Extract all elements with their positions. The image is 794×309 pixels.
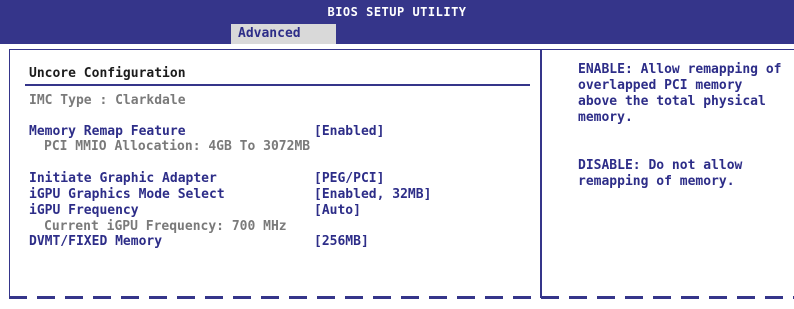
igpu-frequency-label[interactable]: iGPU Frequency [29, 203, 139, 218]
section-title-underline [25, 84, 530, 86]
igpu-graphics-mode-label[interactable]: iGPU Graphics Mode Select [29, 187, 225, 202]
section-title: Uncore Configuration [29, 66, 186, 81]
memory-remap-feature-label[interactable]: Memory Remap Feature [29, 124, 186, 139]
help-disable-text: DISABLE: Do not allow remapping of memor… [578, 158, 751, 189]
bottom-dashed-border [9, 296, 794, 299]
pci-mmio-allocation-info: PCI MMIO Allocation: 4GB To 3072MB [44, 139, 311, 154]
igpu-graphics-mode-value[interactable]: [Enabled, 32MB] [314, 187, 431, 202]
memory-remap-feature-value[interactable]: [Enabled] [314, 124, 384, 139]
panel-divider [540, 49, 542, 298]
tab-advanced[interactable]: Advanced [231, 24, 336, 44]
dvmt-fixed-memory-value[interactable]: [256MB] [314, 234, 369, 249]
igpu-frequency-value[interactable]: [Auto] [314, 203, 361, 218]
initiate-graphic-adapter-value[interactable]: [PEG/PCI] [314, 171, 384, 186]
current-igpu-frequency-info: Current iGPU Frequency: 700 MHz [44, 219, 287, 234]
initiate-graphic-adapter-label[interactable]: Initiate Graphic Adapter [29, 171, 217, 186]
title-bar: BIOS SETUP UTILITY Advanced [0, 0, 794, 44]
imc-type-info: IMC Type : Clarkdale [29, 93, 186, 108]
dvmt-fixed-memory-label[interactable]: DVMT/FIXED Memory [29, 234, 162, 249]
help-enable-text: ENABLE: Allow remapping of overlapped PC… [578, 62, 790, 125]
app-title: BIOS SETUP UTILITY [327, 5, 467, 19]
